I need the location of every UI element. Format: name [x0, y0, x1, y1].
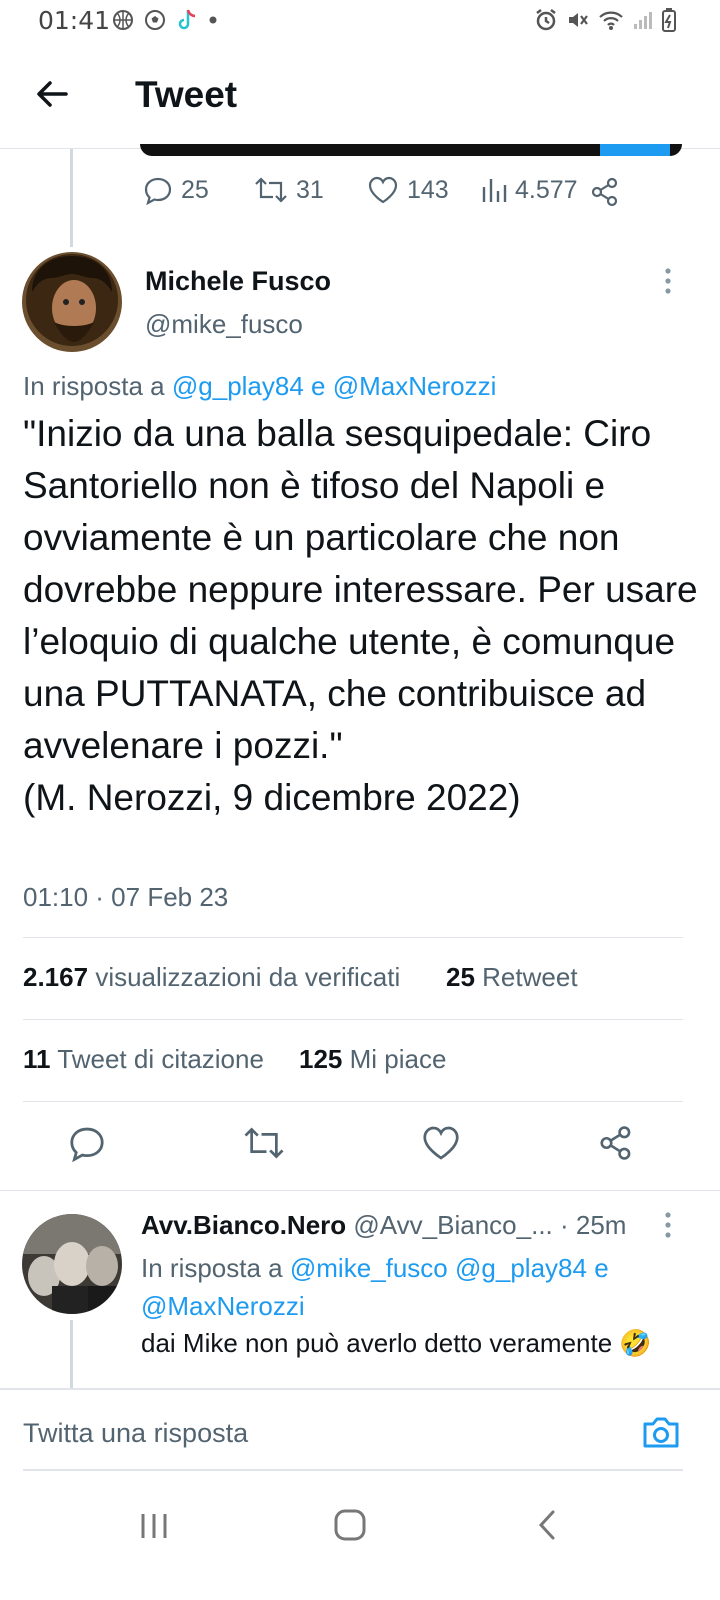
status-bar: 01:41	[0, 0, 720, 44]
like-count: 143	[407, 175, 449, 204]
divider	[23, 1019, 683, 1020]
quotes-label: Tweet di citazione	[57, 1044, 264, 1074]
author-name[interactable]: Michele Fusco	[145, 266, 331, 297]
like-icon[interactable]	[421, 1124, 461, 1162]
retweets-stat[interactable]: 25 Retweet	[446, 962, 578, 993]
retweets-value: 25	[446, 962, 475, 992]
reply-count: 25	[181, 175, 209, 204]
author-name[interactable]: Avv.Bianco.Nero	[141, 1210, 346, 1240]
laughing-emoji-icon: 🤣	[619, 1328, 652, 1358]
thread-line	[70, 149, 73, 247]
compose-underline	[23, 1469, 683, 1471]
views-action[interactable]: 4.577	[481, 175, 578, 205]
mention-link[interactable]: @mike_fusco	[290, 1253, 448, 1283]
reply-prefix: In risposta a	[23, 371, 165, 401]
arrow-left-icon[interactable]	[32, 74, 72, 114]
mute-icon	[569, 13, 588, 27]
system-nav-bar	[0, 1480, 720, 1600]
reply-prefix: In risposta a	[141, 1253, 283, 1283]
retweets-label: Retweet	[482, 962, 578, 992]
avatar[interactable]	[22, 1214, 122, 1314]
share-icon[interactable]	[598, 1124, 634, 1162]
more-icon[interactable]	[662, 266, 674, 296]
basketball-icon	[113, 10, 133, 30]
likes-value: 125	[299, 1044, 343, 1074]
mention-link[interactable]: @MaxNerozzi	[141, 1291, 305, 1321]
divider	[0, 1190, 720, 1191]
thread-line	[70, 1320, 73, 1388]
views-count: 4.577	[515, 175, 578, 204]
wifi-icon	[599, 11, 623, 30]
avatar-image	[22, 252, 122, 352]
page-title: Tweet	[135, 74, 238, 115]
media-overlay-badge	[600, 144, 670, 156]
mention-link[interactable]: @MaxNerozzi	[333, 371, 497, 401]
more-icon[interactable]	[662, 1210, 674, 1240]
notification-icons	[112, 8, 218, 32]
camera-icon[interactable]	[641, 1414, 681, 1452]
reply-context: In risposta a @mike_fusco @g_play84 e @M…	[141, 1249, 681, 1325]
views-stat[interactable]: 2.167 visualizzazioni da verificati	[23, 962, 400, 993]
reply-context: In risposta a @g_play84 e @MaxNerozzi	[23, 371, 496, 402]
battery-icon	[662, 8, 676, 32]
retweet-count: 31	[296, 175, 324, 204]
reply-joiner: e	[594, 1253, 609, 1283]
tweet-text: "Inizio da una balla sesquipedale: Ciro …	[23, 413, 698, 818]
reply-age: · 25m	[560, 1210, 627, 1240]
reply-joiner: e	[311, 371, 326, 401]
retweet-icon	[255, 177, 287, 203]
compose-input[interactable]: Twitta una risposta	[23, 1418, 248, 1449]
divider	[23, 1101, 683, 1102]
quotes-value: 11	[23, 1044, 51, 1074]
reply-text: dai Mike non può averlo detto veramente	[141, 1328, 613, 1358]
likes-stat[interactable]: 125 Mi piace	[299, 1044, 446, 1075]
signal-icon	[634, 12, 652, 29]
retweet-icon[interactable]	[243, 1124, 285, 1162]
tiktok-icon	[178, 9, 196, 30]
system-icons	[534, 8, 676, 32]
author-handle[interactable]: @mike_fusco	[145, 309, 303, 340]
status-time: 01:41	[38, 6, 111, 35]
reply-icon	[144, 177, 172, 205]
mention-link[interactable]: @g_play84	[172, 371, 304, 401]
likes-label: Mi piace	[349, 1044, 447, 1074]
views-value: 2.167	[23, 962, 89, 992]
retweet-action[interactable]: 31	[254, 175, 324, 205]
views-icon	[482, 179, 507, 202]
reply-text-row: dai Mike non può averlo detto veramente …	[141, 1328, 652, 1359]
views-label: visualizzazioni da verificati	[95, 962, 401, 992]
tweet-timestamp[interactable]: 01:10 · 07 Feb 23	[23, 882, 228, 913]
avatar[interactable]	[22, 252, 122, 352]
dot-icon	[209, 16, 217, 24]
soccer-icon	[145, 10, 165, 30]
home-icon[interactable]	[333, 1508, 367, 1542]
alarm-icon	[536, 9, 556, 31]
author-handle[interactable]: @Avv_Bianco_...	[353, 1210, 552, 1240]
recent-apps-icon[interactable]	[138, 1510, 170, 1542]
divider	[23, 937, 683, 938]
avatar-image	[22, 1214, 122, 1314]
quotes-stat[interactable]: 11 Tweet di citazione	[23, 1044, 264, 1075]
reply-header: Avv.Bianco.Nero @Avv_Bianco_... · 25m	[141, 1210, 626, 1241]
reply-icon[interactable]	[68, 1124, 106, 1162]
top-app-bar: Tweet	[0, 44, 720, 149]
reply-action[interactable]: 25	[143, 175, 209, 205]
like-action[interactable]: 143	[367, 175, 449, 205]
mention-link[interactable]: @g_play84	[455, 1253, 587, 1283]
like-icon	[368, 176, 398, 204]
share-icon[interactable]	[590, 176, 620, 208]
back-nav-icon[interactable]	[536, 1508, 558, 1542]
